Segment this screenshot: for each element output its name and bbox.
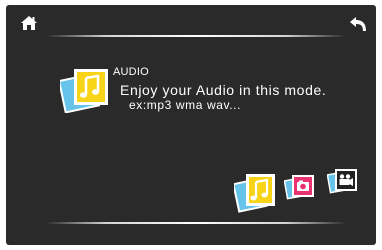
video-mode-button[interactable]: [327, 165, 359, 195]
bottom-divider: [46, 222, 346, 224]
top-divider: [46, 35, 346, 37]
audio-note-icon: [60, 69, 108, 113]
screen: AUDIO Enjoy your Audio in this mode. ex:…: [6, 5, 376, 245]
photo-mode-button[interactable]: [284, 171, 316, 201]
mode-description: Enjoy your Audio in this mode.: [120, 82, 327, 98]
mode-title: AUDIO: [113, 66, 149, 78]
home-icon[interactable]: [20, 15, 38, 31]
audio-mode-button[interactable]: [234, 171, 278, 213]
back-arrow-icon[interactable]: [348, 15, 368, 33]
mode-formats: ex:mp3 wma wav...: [129, 98, 242, 112]
